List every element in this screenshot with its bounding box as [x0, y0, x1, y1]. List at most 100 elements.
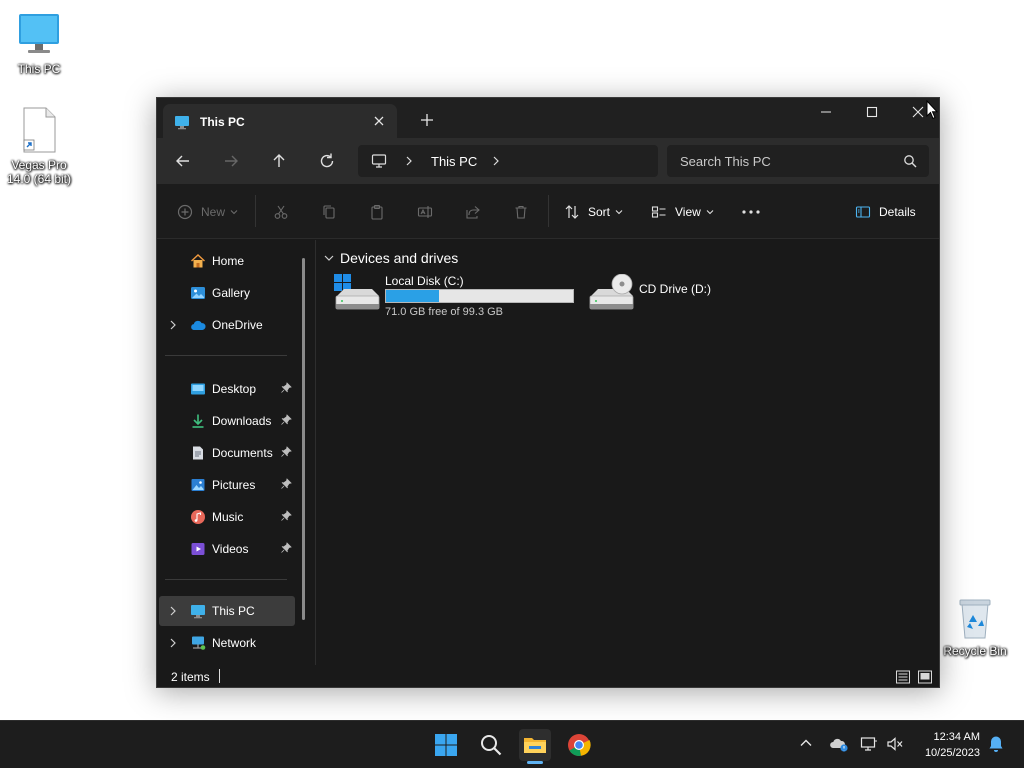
volume-muted-icon[interactable]: [886, 736, 904, 752]
onedrive-icon: [191, 320, 206, 330]
sidebar-item-downloads[interactable]: Downloads: [159, 406, 295, 436]
sidebar-item-label: Gallery: [212, 286, 251, 300]
sidebar-item-home[interactable]: Home: [159, 246, 295, 276]
up-arrow-icon[interactable]: [269, 151, 289, 171]
desktop-icon-label: Vegas Pro 14.0 (64 bit): [6, 158, 72, 186]
drive-local-disk[interactable]: Local Disk (C:) 71.0 GB free of 99.3 GB: [334, 274, 578, 322]
taskbar-file-explorer[interactable]: [519, 729, 551, 761]
home-icon: [191, 254, 205, 268]
chevron-right-icon[interactable]: [168, 320, 178, 330]
item-count: 2 items: [171, 670, 210, 684]
new-button[interactable]: New: [177, 202, 238, 222]
new-tab-icon[interactable]: [419, 112, 435, 128]
recycle-bin-icon: [955, 596, 995, 640]
taskbar-search-button[interactable]: [475, 729, 507, 761]
chevron-right-icon[interactable]: [168, 638, 178, 648]
sidebar-item-network[interactable]: Network: [159, 628, 295, 658]
sidebar-item-pictures[interactable]: Pictures: [159, 470, 295, 500]
paste-button[interactable]: [369, 202, 385, 222]
tab-title: This PC: [200, 115, 245, 129]
desktop-icon-label: This PC: [17, 62, 61, 76]
sidebar-item-label: Network: [212, 636, 257, 650]
desktop-icon-label: Recycle Bin: [943, 644, 1007, 658]
refresh-icon[interactable]: [317, 151, 337, 171]
drive-cd[interactable]: CD Drive (D:): [588, 274, 788, 314]
pin-icon[interactable]: [280, 414, 292, 426]
pin-icon[interactable]: [280, 542, 292, 554]
taskbar: 12:34 AM 10/25/2023: [0, 720, 1024, 768]
sidebar-item-videos[interactable]: Videos: [159, 534, 295, 564]
toolbar-separator: [548, 195, 549, 227]
desktop-icon-this-pc[interactable]: This PC: [0, 10, 79, 76]
notification-bell-icon[interactable]: [988, 735, 1004, 753]
chevron-up-icon[interactable]: [799, 736, 813, 750]
pin-icon[interactable]: [280, 510, 292, 522]
file-explorer-window: This PC This PC Search This PC New Sort …: [156, 97, 940, 688]
details-button[interactable]: Details: [855, 202, 916, 222]
large-icons-view-icon[interactable]: [917, 669, 933, 685]
breadcrumb-this-pc[interactable]: This PC: [431, 154, 477, 169]
video-icon: [191, 543, 205, 555]
file-icon: [15, 106, 63, 154]
desktop-icon-vegas-pro[interactable]: Vegas Pro 14.0 (64 bit): [0, 106, 79, 186]
back-arrow-icon[interactable]: [173, 151, 193, 171]
desktop-icon-recycle-bin[interactable]: Recycle Bin: [935, 596, 1015, 658]
system-clock[interactable]: 12:34 AM 10/25/2023: [912, 729, 980, 761]
copy-button[interactable]: [321, 202, 337, 222]
chevron-right-icon[interactable]: [491, 156, 501, 166]
drive-usage-fill: [386, 290, 440, 302]
address-bar[interactable]: This PC: [358, 145, 658, 177]
chrome-icon: [568, 734, 591, 756]
onedrive-status-icon[interactable]: [829, 736, 849, 752]
sidebar-scrollbar[interactable]: [302, 258, 305, 620]
chevron-down-icon: [706, 210, 714, 215]
pin-icon[interactable]: [280, 446, 292, 458]
clock-time: 12:34 AM: [933, 731, 980, 743]
search-box[interactable]: Search This PC: [667, 145, 929, 177]
network-status-icon[interactable]: [860, 736, 878, 752]
taskbar-chrome[interactable]: [563, 729, 595, 761]
cut-button[interactable]: [273, 202, 289, 222]
sort-icon: [565, 205, 579, 219]
sidebar-item-label: This PC: [212, 604, 255, 618]
details-view-icon[interactable]: [895, 669, 911, 685]
chevron-down-icon: [615, 210, 623, 215]
sidebar-item-label: Music: [212, 510, 244, 524]
tab-this-pc[interactable]: This PC: [163, 104, 397, 138]
close-tab-icon[interactable]: [371, 113, 387, 129]
share-button[interactable]: [465, 202, 481, 222]
new-label: New: [201, 205, 226, 219]
sidebar-item-desktop[interactable]: Desktop: [159, 374, 295, 404]
chevron-right-icon[interactable]: [168, 606, 178, 616]
monitor-icon: [15, 10, 63, 58]
paste-icon: [371, 204, 383, 220]
maximize-button[interactable]: [849, 98, 895, 126]
chevron-right-icon[interactable]: [404, 156, 414, 166]
sidebar-item-this-pc[interactable]: This PC: [159, 596, 295, 626]
status-bar: 2 items: [157, 665, 939, 687]
cut-icon: [274, 205, 288, 219]
sidebar-item-label: Pictures: [212, 478, 256, 492]
picture-icon: [191, 479, 205, 491]
sort-button[interactable]: Sort: [564, 202, 623, 222]
rename-button[interactable]: [417, 202, 433, 222]
clock-date: 10/25/2023: [924, 747, 980, 759]
minimize-button[interactable]: [803, 98, 849, 126]
sidebar-item-gallery[interactable]: Gallery: [159, 278, 295, 308]
file-explorer-icon: [524, 738, 546, 753]
more-options-button[interactable]: [741, 202, 761, 222]
forward-arrow-icon[interactable]: [221, 151, 241, 171]
group-header-devices[interactable]: Devices and drives: [324, 250, 458, 266]
delete-button[interactable]: [513, 202, 529, 222]
drive-name: Local Disk (C:): [385, 274, 464, 288]
sidebar-item-onedrive[interactable]: OneDrive: [159, 310, 295, 340]
pin-icon[interactable]: [280, 382, 292, 394]
sidebar-item-label: Downloads: [212, 414, 272, 428]
music-icon: [191, 510, 205, 524]
start-button[interactable]: [430, 729, 462, 761]
view-button[interactable]: View: [651, 202, 714, 222]
title-bar: This PC: [157, 98, 939, 138]
sidebar-item-music[interactable]: Music: [159, 502, 295, 532]
sidebar-item-documents[interactable]: Documents: [159, 438, 295, 468]
pin-icon[interactable]: [280, 478, 292, 490]
